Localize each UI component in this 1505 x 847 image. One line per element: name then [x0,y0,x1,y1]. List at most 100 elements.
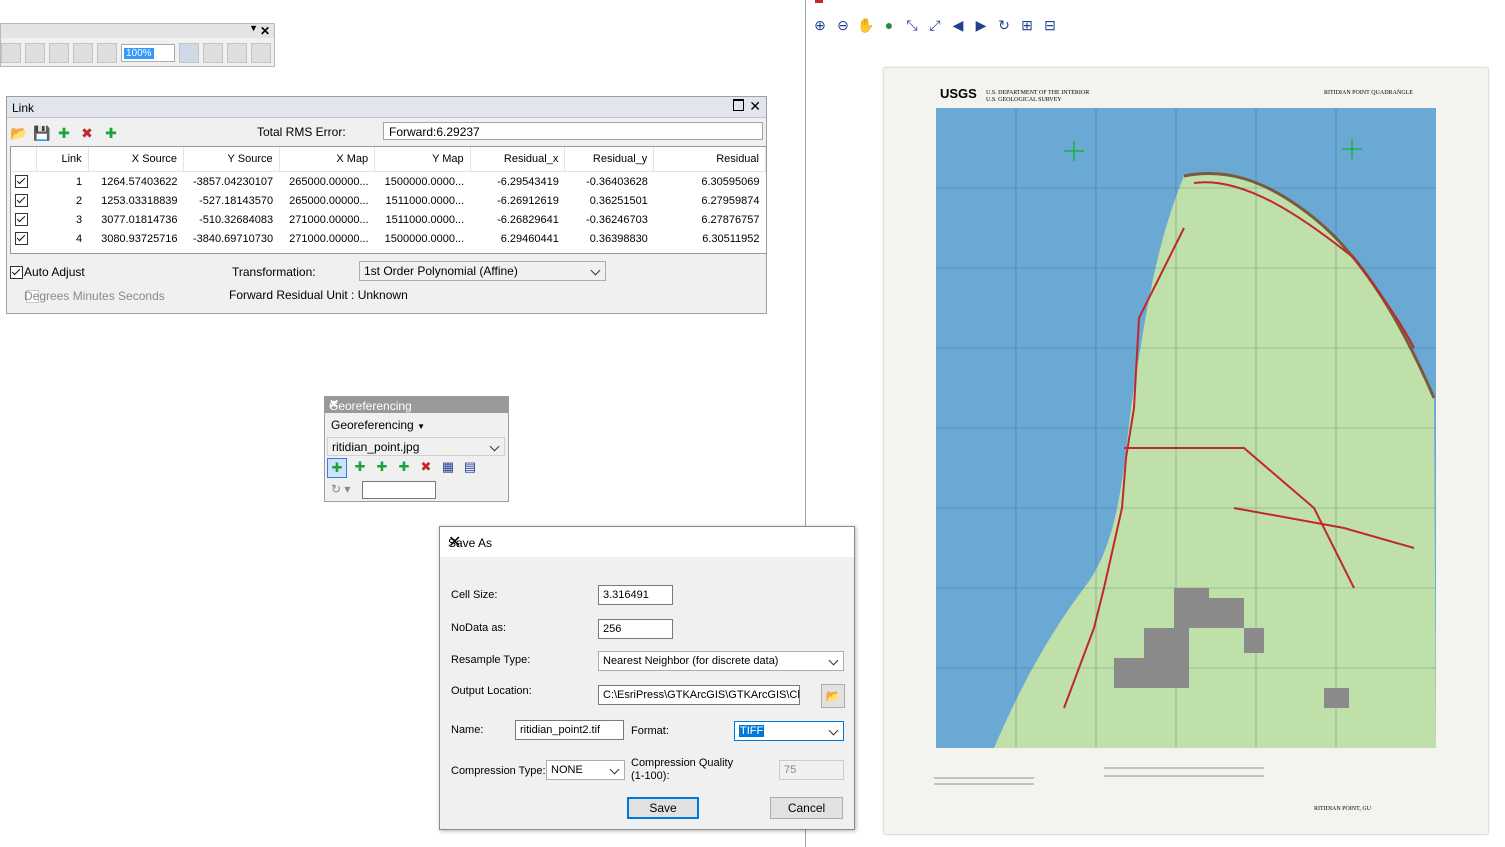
row-checkbox[interactable] [15,175,28,188]
toolbar-titlebar[interactable] [1,24,274,38]
view-link-table-icon[interactable]: ▤ [461,458,479,476]
full-extent-icon[interactable]: ● [879,15,899,35]
auto-adjust-checkbox[interactable] [10,266,23,280]
compression-quality-input[interactable]: 75 [779,760,844,780]
resample-dropdown[interactable]: Nearest Neighbor (for discrete data) [598,651,844,671]
compression-quality-range-label: (1-100): [631,770,670,782]
col-link[interactable]: Link [36,147,89,172]
residual-unit-label: Forward Residual Unit : Unknown [229,288,408,302]
nodata-input[interactable]: 256 [598,619,673,639]
add-link-icon[interactable]: ✚ [102,124,120,142]
zoom-whole-page-icon[interactable] [1,43,21,63]
table-row[interactable]: 2 1253.03318839 -527.18143570 265000.000… [11,191,766,210]
col-y-map[interactable]: Y Map [374,147,471,172]
close-icon[interactable]: ✕ [329,397,505,411]
back-extent-icon[interactable] [73,43,93,63]
close-icon[interactable]: ✕ [448,532,846,552]
col-residual-x[interactable]: Residual_x [470,147,566,172]
save-as-titlebar[interactable]: Save As ✕ [440,527,854,557]
cell-y-map: 1511000.0000... [385,213,465,226]
zoom-percent-combo[interactable]: 100% [121,44,175,62]
select-features-icon[interactable]: ⊞ [1017,15,1037,35]
compression-type-dropdown[interactable]: NONE [546,760,625,780]
toggle-draft-icon[interactable] [179,43,199,63]
georef-menu[interactable]: Georeferencing ▼ [331,418,425,432]
map-quad-title: RITIDIAN POINT QUADRANGLE [1324,90,1413,96]
link-titlebar[interactable]: Link ✕ [7,97,766,118]
identify-icon[interactable]: ⊟ [1040,15,1060,35]
row-checkbox[interactable] [15,232,28,245]
open-folder-icon[interactable]: 📂 [10,124,28,142]
name-input[interactable]: ritidian_point2.tif [515,720,624,740]
select-link-icon[interactable]: ✚ [373,458,391,476]
link-table: Link X Source Y Source X Map Y Map Resid… [10,146,767,254]
close-icon[interactable]: ✕ [749,98,761,115]
change-layout-icon[interactable] [227,43,247,63]
cell-size-label: Cell Size: [451,589,498,601]
auto-registration-icon[interactable]: ✚ [351,458,369,476]
forward-extent-icon[interactable] [97,43,117,63]
cell-y-source: -510.32684083 [199,213,274,226]
fixed-zoom-out-icon[interactable]: ⤢ [925,15,945,35]
chevron-down-icon [609,764,620,775]
col-check[interactable] [11,147,37,172]
cancel-button[interactable]: Cancel [770,797,843,819]
row-checkbox[interactable] [15,213,28,226]
rms-error-label: Total RMS Error: [257,125,346,139]
transformation-dropdown[interactable]: 1st Order Polynomial (Affine) [359,261,606,281]
col-y-source[interactable]: Y Source [183,147,280,172]
browse-folder-button[interactable]: 📂 [821,684,845,708]
cell-residual-x: -6.26912619 [497,194,559,207]
zoom-to-link-icon[interactable]: ✚ [395,458,413,476]
back-icon[interactable]: ◀ [948,15,968,35]
focus-data-frame-icon[interactable] [203,43,223,63]
zoom-to-selected-link-icon[interactable]: ✚ [55,124,73,142]
output-location-input[interactable]: C:\EsriPress\GTKArcGIS\GTKArcGIS\Cha [598,685,800,705]
table-row[interactable]: 4 3080.93725716 -3840.69710730 271000.00… [11,229,766,248]
table-row[interactable]: 1 1264.57403622 -3857.04230107 265000.00… [11,172,766,192]
col-x-source[interactable]: X Source [88,147,185,172]
cell-link: 3 [76,213,83,226]
zoom-in-fixed-icon[interactable] [25,43,45,63]
refresh-icon[interactable]: ↻ [994,15,1014,35]
row-checkbox[interactable] [15,194,28,207]
dropdown-arrow-icon[interactable]: ▼ [249,23,258,33]
cell-residual-y: -0.36403628 [586,175,648,188]
topographic-map-image: USGS U.S. DEPARTMENT OF THE INTERIOR U.S… [884,68,1488,834]
cell-residual-x: -6.29543419 [497,175,559,188]
caret-down-icon: ▼ [417,422,425,431]
maximize-icon[interactable] [733,99,744,111]
chevron-down-icon [828,725,839,736]
nodata-label: NoData as: [451,622,507,634]
cell-residual-y: 0.36398830 [589,232,648,245]
delete-link-icon[interactable]: ✖ [417,458,435,476]
map-usgs-logo: USGS [940,86,977,101]
close-icon[interactable]: ✕ [260,24,270,38]
col-residual[interactable]: Residual [653,147,766,172]
save-button[interactable]: Save [627,797,699,819]
col-x-map[interactable]: X Map [279,147,376,172]
format-dropdown[interactable]: TIFF [734,721,844,741]
rotate-icon[interactable]: ↻ ▾ [331,482,350,496]
forward-icon[interactable]: ▶ [971,15,991,35]
rotation-input[interactable] [362,481,436,499]
fixed-zoom-in-icon[interactable]: ⤡ [902,15,922,35]
cell-residual-x: 6.29460441 [500,232,559,245]
zoom-out-icon[interactable]: ⊖ [833,15,853,35]
zoom-out-fixed-icon[interactable] [49,43,69,63]
cell-size-input[interactable]: 3.316491 [598,585,673,605]
col-residual-y[interactable]: Residual_y [564,147,655,172]
data-driven-pages-icon[interactable] [251,43,271,63]
zoom-in-icon[interactable]: ⊕ [810,15,830,35]
add-control-points-icon[interactable]: ✚ [327,458,347,478]
cell-x-map: 265000.00000... [289,194,369,207]
save-icon[interactable]: 💾 [33,124,51,142]
table-row[interactable]: 3 3077.01814736 -510.32684083 271000.000… [11,210,766,229]
viewer-icon[interactable]: ▦ [439,458,457,476]
layer-dropdown[interactable]: ritidian_point.jpg [327,437,505,456]
layout-toolbar: ▼ ✕ 100% [0,23,275,67]
delete-link-icon[interactable]: ✖ [78,124,96,142]
cell-residual-y: 0.36251501 [589,194,648,207]
georef-titlebar[interactable]: Georeferencing ▼ ✕ [325,397,508,413]
pan-icon[interactable]: ✋ [856,15,876,35]
